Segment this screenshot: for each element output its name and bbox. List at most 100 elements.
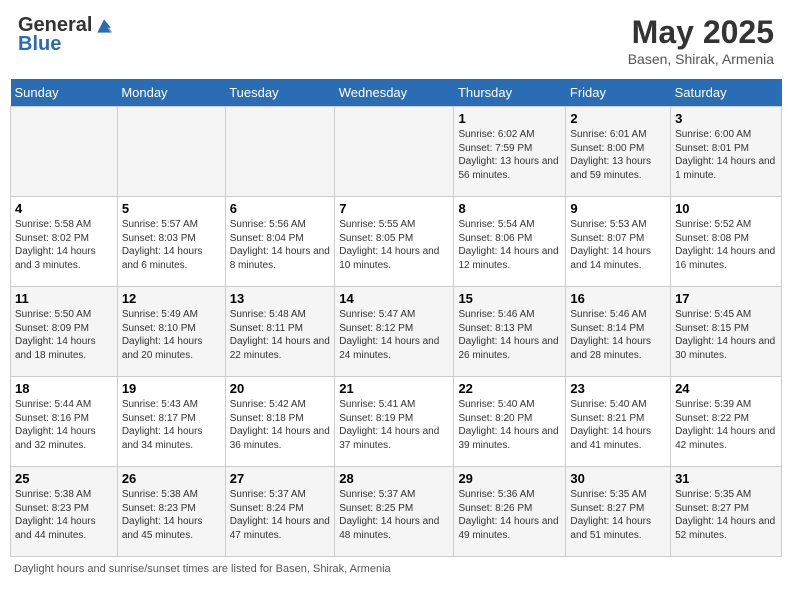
calendar-cell: 27 Sunrise: 5:37 AM Sunset: 8:24 PM Dayli… [225,467,335,557]
page-header: General Blue May 2025 Basen, Shirak, Arm… [10,10,782,71]
cell-content: Sunrise: 5:41 AM Sunset: 8:19 PM Dayligh… [339,398,449,452]
cell-content: Sunrise: 5:53 AM Sunset: 8:07 PM Dayligh… [570,218,666,272]
cell-content: Sunrise: 5:35 AM Sunset: 8:27 PM Dayligh… [570,488,666,542]
calendar-cell: 10 Sunrise: 5:52 AM Sunset: 8:08 PM Dayli… [671,197,782,287]
subtitle: Basen, Shirak, Armenia [628,51,774,67]
day-number: 18 [15,381,113,396]
cell-content: Sunrise: 5:47 AM Sunset: 8:12 PM Dayligh… [339,308,449,362]
calendar-cell: 11 Sunrise: 5:50 AM Sunset: 8:09 PM Dayli… [11,287,118,377]
day-number: 5 [122,201,221,216]
cell-content: Sunrise: 5:37 AM Sunset: 8:25 PM Dayligh… [339,488,449,542]
column-header-friday: Friday [566,79,671,107]
cell-content: Sunrise: 5:42 AM Sunset: 8:18 PM Dayligh… [230,398,331,452]
day-number: 8 [458,201,561,216]
cell-content: Sunrise: 5:54 AM Sunset: 8:06 PM Dayligh… [458,218,561,272]
day-number: 27 [230,471,331,486]
calendar-cell: 9 Sunrise: 5:53 AM Sunset: 8:07 PM Daylig… [566,197,671,287]
calendar-cell: 24 Sunrise: 5:39 AM Sunset: 8:22 PM Dayli… [671,377,782,467]
column-header-sunday: Sunday [11,79,118,107]
day-number: 19 [122,381,221,396]
footer-text: Daylight hours and sunrise/sunset times … [10,563,782,575]
cell-content: Sunrise: 5:49 AM Sunset: 8:10 PM Dayligh… [122,308,221,362]
day-number: 25 [15,471,113,486]
cell-content: Sunrise: 5:46 AM Sunset: 8:14 PM Dayligh… [570,308,666,362]
week-row-3: 11 Sunrise: 5:50 AM Sunset: 8:09 PM Dayli… [11,287,782,377]
cell-content: Sunrise: 5:44 AM Sunset: 8:16 PM Dayligh… [15,398,113,452]
calendar-cell: 4 Sunrise: 5:58 AM Sunset: 8:02 PM Daylig… [11,197,118,287]
cell-content: Sunrise: 5:35 AM Sunset: 8:27 PM Dayligh… [675,488,777,542]
column-header-saturday: Saturday [671,79,782,107]
day-number: 14 [339,291,449,306]
cell-content: Sunrise: 6:01 AM Sunset: 8:00 PM Dayligh… [570,128,666,182]
cell-content: Sunrise: 5:52 AM Sunset: 8:08 PM Dayligh… [675,218,777,272]
calendar-cell: 31Sunrise: 5:35 AM Sunset: 8:27 PM Dayli… [671,467,782,557]
calendar-cell: 19 Sunrise: 5:43 AM Sunset: 8:17 PM Dayli… [117,377,225,467]
calendar-cell: 3 Sunrise: 6:00 AM Sunset: 8:01 PM Daylig… [671,107,782,197]
day-number: 3 [675,111,777,126]
week-row-1: 1Sunrise: 6:02 AM Sunset: 7:59 PM Daylig… [11,107,782,197]
day-number: 6 [230,201,331,216]
day-number: 29 [458,471,561,486]
calendar-cell: 26Sunrise: 5:38 AM Sunset: 8:23 PM Dayli… [117,467,225,557]
column-header-monday: Monday [117,79,225,107]
cell-content: Sunrise: 5:50 AM Sunset: 8:09 PM Dayligh… [15,308,113,362]
day-number: 10 [675,201,777,216]
calendar-cell: 14 Sunrise: 5:47 AM Sunset: 8:12 PM Dayli… [335,287,454,377]
calendar-cell: 28 Sunrise: 5:37 AM Sunset: 8:25 PM Dayli… [335,467,454,557]
calendar-cell: 2 Sunrise: 6:01 AM Sunset: 8:00 PM Daylig… [566,107,671,197]
day-number: 16 [570,291,666,306]
title-block: May 2025 Basen, Shirak, Armenia [628,14,774,67]
cell-content: Sunrise: 5:58 AM Sunset: 8:02 PM Dayligh… [15,218,113,272]
day-number: 20 [230,381,331,396]
cell-content: Sunrise: 5:45 AM Sunset: 8:15 PM Dayligh… [675,308,777,362]
cell-content: Sunrise: 5:55 AM Sunset: 8:05 PM Dayligh… [339,218,449,272]
day-number: 28 [339,471,449,486]
calendar-cell: 23 Sunrise: 5:40 AM Sunset: 8:21 PM Dayli… [566,377,671,467]
calendar-cell: 6Sunrise: 5:56 AM Sunset: 8:04 PM Daylig… [225,197,335,287]
day-number: 4 [15,201,113,216]
day-number: 13 [230,291,331,306]
cell-content: Sunrise: 5:37 AM Sunset: 8:24 PM Dayligh… [230,488,331,542]
calendar-cell: 20 Sunrise: 5:42 AM Sunset: 8:18 PM Dayli… [225,377,335,467]
week-row-2: 4 Sunrise: 5:58 AM Sunset: 8:02 PM Daylig… [11,197,782,287]
day-number: 24 [675,381,777,396]
column-header-wednesday: Wednesday [335,79,454,107]
calendar-cell: 29 Sunrise: 5:36 AM Sunset: 8:26 PM Dayli… [454,467,566,557]
column-header-thursday: Thursday [454,79,566,107]
day-number: 11 [15,291,113,306]
cell-content: Sunrise: 5:57 AM Sunset: 8:03 PM Dayligh… [122,218,221,272]
day-number: 23 [570,381,666,396]
cell-content: Sunrise: 5:40 AM Sunset: 8:21 PM Dayligh… [570,398,666,452]
day-number: 22 [458,381,561,396]
calendar-cell: 16 Sunrise: 5:46 AM Sunset: 8:14 PM Dayli… [566,287,671,377]
column-header-tuesday: Tuesday [225,79,335,107]
cell-content: Sunrise: 5:38 AM Sunset: 8:23 PM Dayligh… [15,488,113,542]
main-title: May 2025 [628,14,774,51]
cell-content: Sunrise: 5:36 AM Sunset: 8:26 PM Dayligh… [458,488,561,542]
week-row-4: 18 Sunrise: 5:44 AM Sunset: 8:16 PM Dayli… [11,377,782,467]
logo-icon [94,16,114,36]
calendar-cell: 12 Sunrise: 5:49 AM Sunset: 8:10 PM Dayli… [117,287,225,377]
day-number: 15 [458,291,561,306]
calendar-cell [335,107,454,197]
day-number: 9 [570,201,666,216]
cell-content: Sunrise: 5:43 AM Sunset: 8:17 PM Dayligh… [122,398,221,452]
calendar-cell: 30 Sunrise: 5:35 AM Sunset: 8:27 PM Dayli… [566,467,671,557]
calendar-cell: 22 Sunrise: 5:40 AM Sunset: 8:20 PM Dayli… [454,377,566,467]
week-row-5: 25 Sunrise: 5:38 AM Sunset: 8:23 PM Dayli… [11,467,782,557]
calendar-cell [225,107,335,197]
cell-content: Sunrise: 5:40 AM Sunset: 8:20 PM Dayligh… [458,398,561,452]
day-number: 7 [339,201,449,216]
calendar-cell: 21Sunrise: 5:41 AM Sunset: 8:19 PM Dayli… [335,377,454,467]
cell-content: Sunrise: 5:46 AM Sunset: 8:13 PM Dayligh… [458,308,561,362]
day-number: 12 [122,291,221,306]
calendar-cell: 17Sunrise: 5:45 AM Sunset: 8:15 PM Dayli… [671,287,782,377]
day-number: 30 [570,471,666,486]
calendar-cell: 7 Sunrise: 5:55 AM Sunset: 8:05 PM Daylig… [335,197,454,287]
cell-content: Sunrise: 5:39 AM Sunset: 8:22 PM Dayligh… [675,398,777,452]
day-number: 26 [122,471,221,486]
calendar-cell [11,107,118,197]
cell-content: Sunrise: 6:00 AM Sunset: 8:01 PM Dayligh… [675,128,777,182]
calendar-cell: 8 Sunrise: 5:54 AM Sunset: 8:06 PM Daylig… [454,197,566,287]
day-number: 2 [570,111,666,126]
